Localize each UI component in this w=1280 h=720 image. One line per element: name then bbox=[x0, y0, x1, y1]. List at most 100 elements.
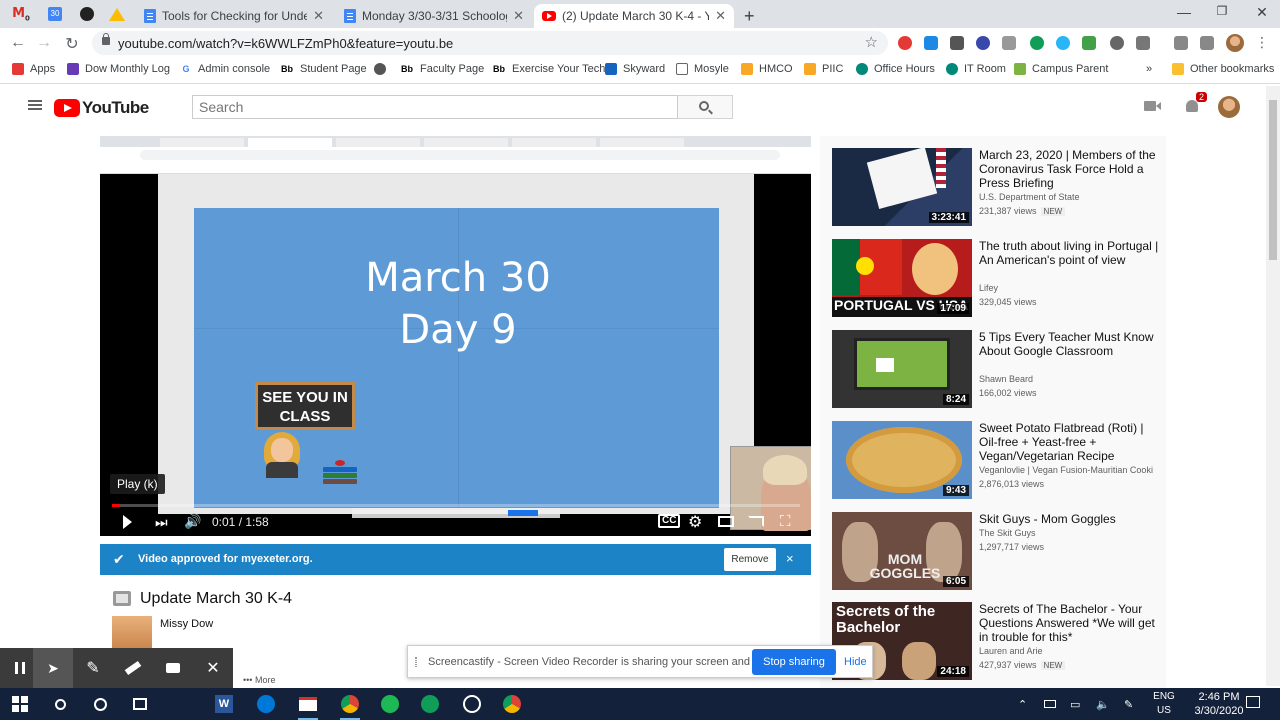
extension-icon[interactable] bbox=[924, 36, 938, 50]
notifications-icon[interactable] bbox=[1246, 696, 1260, 708]
webcam-toggle-button[interactable] bbox=[153, 648, 193, 688]
page-scrollbar[interactable] bbox=[1266, 86, 1280, 686]
close-tab-icon[interactable]: ✕ bbox=[513, 8, 524, 24]
cast-icon[interactable] bbox=[748, 516, 764, 527]
bookmark-dow-monthly-log[interactable]: Dow Monthly Log bbox=[67, 63, 170, 75]
recommended-channel[interactable]: Veganlovlie | Vegan Fusion-Mauritian Coo… bbox=[979, 465, 1153, 475]
recommended-title[interactable]: The truth about living in Portugal | An … bbox=[979, 239, 1159, 267]
media-icon[interactable] bbox=[1200, 36, 1214, 50]
hamburger-menu-icon[interactable] bbox=[28, 100, 42, 102]
hide-button[interactable]: Hide bbox=[844, 656, 867, 668]
recommended-channel[interactable]: Shawn Beard bbox=[979, 374, 1033, 384]
recommended-video[interactable]: Secrets of the Bachelor 24:18 Secrets of… bbox=[832, 602, 1162, 682]
more-button[interactable]: ••• More bbox=[243, 675, 275, 685]
bookmark-mosyle[interactable]: Mosyle bbox=[676, 63, 729, 75]
theater-mode-icon[interactable] bbox=[718, 516, 734, 527]
video-thumbnail[interactable]: MOM GOGGLES 6:05 bbox=[832, 512, 972, 590]
notifications-bell-icon[interactable] bbox=[1186, 100, 1198, 112]
new-tab-button[interactable]: + bbox=[736, 4, 764, 28]
reload-icon[interactable]: ↻ bbox=[62, 34, 82, 54]
word-app-button[interactable]: W bbox=[212, 692, 236, 716]
bookmark-admin-console[interactable]: G Admin console bbox=[180, 63, 270, 75]
gmail-pinned-tab[interactable]: M0 bbox=[8, 4, 34, 24]
window-close-icon[interactable]: ✕ bbox=[1244, 4, 1280, 21]
chrome-app-button[interactable] bbox=[338, 692, 362, 720]
hangouts-app-button[interactable] bbox=[418, 692, 442, 716]
recommended-channel[interactable]: Lifey bbox=[979, 283, 998, 293]
search-button[interactable] bbox=[678, 95, 733, 119]
tab-monday-schoology[interactable]: Monday 3/30-3/31 Schoology Pl ✕ bbox=[336, 4, 532, 28]
drag-handle-icon[interactable] bbox=[415, 657, 417, 667]
bookmark-it-room[interactable]: IT Room bbox=[946, 63, 1006, 75]
task-view-button[interactable] bbox=[128, 692, 152, 716]
recommended-channel[interactable]: Lauren and Arie bbox=[979, 646, 1043, 656]
progress-bar[interactable] bbox=[112, 504, 800, 507]
recommended-channel[interactable]: The Skit Guys bbox=[979, 528, 1036, 538]
video-thumbnail[interactable]: 8:24 bbox=[832, 330, 972, 408]
cortana-button[interactable] bbox=[88, 692, 112, 716]
search-input[interactable] bbox=[192, 95, 678, 119]
menu-kebab-icon[interactable]: ⋮ bbox=[1252, 34, 1272, 51]
calendar-pinned-tab[interactable]: 30 bbox=[42, 4, 68, 24]
bookmark-faculty-page[interactable]: Bb Faculty Page bbox=[400, 63, 484, 75]
bookmark-apps[interactable]: Apps bbox=[12, 63, 55, 75]
extension-icon[interactable] bbox=[950, 36, 964, 50]
extension-icon[interactable] bbox=[1056, 36, 1070, 50]
tab-youtube-active[interactable]: (2) Update March 30 K-4 - YouTu ✕ bbox=[534, 4, 734, 28]
video-thumbnail[interactable]: 9:43 bbox=[832, 421, 972, 499]
profile-avatar[interactable] bbox=[1226, 34, 1244, 52]
remove-button[interactable]: Remove bbox=[724, 548, 776, 571]
play-icon[interactable] bbox=[123, 515, 132, 529]
bookmark-skyward[interactable]: Skyward bbox=[605, 63, 665, 75]
captions-icon[interactable]: CC bbox=[658, 514, 681, 528]
bookmark-office-hours[interactable]: Office Hours bbox=[856, 63, 935, 75]
extension-icon[interactable] bbox=[1030, 36, 1044, 50]
drive-pinned-tab[interactable] bbox=[104, 4, 130, 24]
gmail-app-button[interactable] bbox=[296, 692, 320, 720]
channel-name[interactable]: Missy Dow bbox=[160, 618, 213, 630]
close-banner-icon[interactable]: × bbox=[786, 551, 794, 566]
fullscreen-icon[interactable]: ⛶ bbox=[780, 513, 791, 530]
extension-icon[interactable] bbox=[976, 36, 990, 50]
chrome-app-button-2[interactable] bbox=[500, 692, 524, 716]
user-avatar[interactable] bbox=[1218, 96, 1240, 118]
xbox-app-button[interactable] bbox=[460, 692, 484, 716]
recommended-video[interactable]: 3:23:41 March 23, 2020 | Members of the … bbox=[832, 148, 1162, 228]
bookmarks-overflow-chevron[interactable]: » bbox=[1146, 63, 1152, 75]
bookmark-hmco[interactable]: HMCO bbox=[741, 63, 793, 75]
video-thumbnail[interactable]: 3:23:41 bbox=[832, 148, 972, 226]
recommended-title[interactable]: Sweet Potato Flatbread (Roti) | Oil-free… bbox=[979, 421, 1159, 463]
minimize-icon[interactable]: — bbox=[1166, 4, 1202, 20]
create-video-icon[interactable] bbox=[1144, 101, 1161, 111]
eraser-tool-button[interactable] bbox=[113, 648, 153, 688]
edge-app-button[interactable] bbox=[254, 692, 278, 716]
volume-icon[interactable]: 🔊 bbox=[184, 513, 201, 530]
pen-tool-button[interactable]: ✎ bbox=[73, 648, 113, 688]
bookmark-campus-parent[interactable]: Campus Parent bbox=[1014, 63, 1108, 75]
network-icon[interactable]: ▭ bbox=[1070, 698, 1080, 711]
extension-icon[interactable] bbox=[1136, 36, 1150, 50]
cast-icon[interactable] bbox=[1174, 36, 1188, 50]
other-bookmarks[interactable]: Other bookmarks bbox=[1172, 63, 1274, 75]
channel-avatar[interactable] bbox=[112, 616, 152, 650]
recommended-title[interactable]: March 23, 2020 | Members of the Coronavi… bbox=[979, 148, 1159, 190]
back-arrow-icon[interactable]: ← bbox=[8, 34, 28, 52]
cursor-tool-button[interactable]: ➤ bbox=[33, 648, 73, 688]
recommended-channel[interactable]: U.S. Department of State bbox=[979, 192, 1080, 202]
recommended-title[interactable]: Secrets of The Bachelor - Your Questions… bbox=[979, 602, 1159, 644]
stop-sharing-button[interactable]: Stop sharing bbox=[752, 649, 836, 675]
recommended-video[interactable]: 8:24 5 Tips Every Teacher Must Know Abou… bbox=[832, 330, 1162, 410]
volume-icon[interactable]: 🔈 bbox=[1096, 698, 1110, 711]
bookmark-student-page[interactable]: Bb Student Page bbox=[280, 63, 367, 75]
schoology-pinned-tab[interactable] bbox=[74, 4, 100, 24]
extension-icon[interactable] bbox=[898, 36, 912, 50]
video-player[interactable]: March 30 Day 9 SEE YOU IN CLASS Play (k)… bbox=[100, 136, 811, 536]
pen-workspace-icon[interactable]: ✎ bbox=[1124, 698, 1133, 711]
video-thumbnail[interactable]: PORTUGAL VS USA 17:09 bbox=[832, 239, 972, 317]
close-toolbar-button[interactable]: ✕ bbox=[193, 648, 233, 688]
recommended-title[interactable]: 5 Tips Every Teacher Must Know About Goo… bbox=[979, 330, 1159, 358]
settings-gear-icon[interactable]: ⚙ bbox=[688, 512, 702, 532]
recommended-title[interactable]: Skit Guys - Mom Goggles bbox=[979, 512, 1159, 526]
start-button[interactable] bbox=[8, 692, 32, 716]
forward-arrow-icon[interactable]: → bbox=[34, 34, 54, 52]
